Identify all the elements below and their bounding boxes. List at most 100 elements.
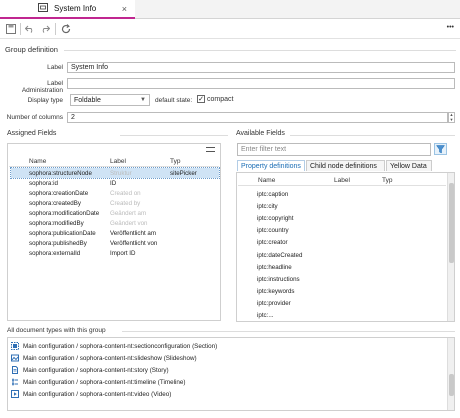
- editor-tab-bar: System Info ×: [0, 0, 460, 19]
- undo-icon[interactable]: [24, 23, 36, 35]
- doc-type-label: Main configuration / sophora-content-nt:…: [23, 390, 172, 398]
- field-name: sophora:modifiedBy: [29, 219, 84, 227]
- scrollbar-thumb[interactable]: [449, 374, 454, 396]
- field-name: sophora:createdBy: [29, 199, 81, 207]
- doc-type-label: Main configuration / sophora-content-nt:…: [23, 342, 218, 350]
- list-item[interactable]: iptc:creator: [257, 237, 437, 249]
- label-admin-field-label: Label Administration: [21, 80, 63, 94]
- field-name: sophora:publicationDate: [29, 229, 96, 237]
- table-row[interactable]: sophora:modificationDate Geändert am: [11, 208, 219, 218]
- available-fields-title: Available Fields: [236, 130, 285, 137]
- vertical-scrollbar[interactable]: [447, 338, 454, 410]
- list-item[interactable]: iptc:headline: [257, 261, 437, 273]
- doc-type-label: Main configuration / sophora-content-nt:…: [23, 366, 169, 374]
- list-item[interactable]: iptc:caption: [257, 188, 437, 200]
- assigned-fields-table: Name Label Typ sophora:structureNode Stru…: [7, 143, 221, 321]
- section-title-group-definition: Group definition: [5, 45, 58, 54]
- col-typ-header: Typ: [170, 158, 181, 165]
- filter-input[interactable]: Enter filter text: [237, 143, 431, 156]
- field-name: sophora:externalId: [29, 249, 81, 257]
- col-name-header: Name: [29, 158, 47, 165]
- display-type-label: Display type: [27, 97, 63, 104]
- table-row[interactable]: sophora:creationDate Created on: [11, 188, 219, 198]
- filter-icon: [436, 144, 445, 153]
- field-label: Created on: [110, 189, 141, 197]
- list-item[interactable]: Main configuration / sophora-content-nt:…: [11, 364, 441, 376]
- assigned-fields-list: sophora:structureNode Struktur sitePicker s…: [10, 167, 220, 258]
- save-icon[interactable]: [5, 23, 17, 35]
- list-item[interactable]: iptc:city: [257, 200, 437, 212]
- list-item[interactable]: iptc:dateCreated: [257, 249, 437, 261]
- col-name-header: Name: [258, 177, 276, 184]
- slideshow-icon: [11, 354, 19, 362]
- divider: [64, 50, 456, 51]
- more-menu-icon[interactable]: •••: [447, 24, 454, 31]
- columns-label: Number of columns: [6, 114, 63, 121]
- table-row[interactable]: sophora:externalId Import ID: [11, 248, 219, 258]
- list-item[interactable]: iptc:keywords: [257, 286, 437, 298]
- list-item[interactable]: iptc:provider: [257, 298, 437, 310]
- table-row[interactable]: sophora:structureNode Struktur sitePicker: [10, 167, 220, 179]
- compact-checkbox[interactable]: ✓: [197, 95, 205, 103]
- label-input[interactable]: System Info: [67, 62, 455, 73]
- toolbar: •••: [0, 19, 460, 39]
- field-label: Created by: [110, 199, 141, 207]
- columns-stepper[interactable]: ▲ ▼: [448, 112, 455, 123]
- compact-label: compact: [207, 96, 234, 103]
- tab-child-node-definitions[interactable]: Child node definitions: [306, 160, 385, 171]
- tab-property-definitions[interactable]: Property definitions: [237, 160, 305, 171]
- table-row[interactable]: sophora:publishedBy Veröffentlicht von: [11, 238, 219, 248]
- field-label: Struktur: [110, 169, 132, 177]
- display-type-value: Foldable: [74, 96, 101, 104]
- field-name: sophora:publishedBy: [29, 239, 87, 247]
- table-row[interactable]: sophora:createdBy Created by: [11, 198, 219, 208]
- available-fields-list: iptc:caption iptc:city iptc:copyright iptc:…: [257, 188, 437, 322]
- field-label: Veröffentlicht am: [110, 229, 156, 237]
- group-icon: [38, 3, 48, 14]
- tab-yellow-data[interactable]: Yellow Data: [386, 160, 432, 171]
- label-admin-input[interactable]: [67, 78, 455, 89]
- chevron-down-icon: ▼: [140, 97, 146, 103]
- filter-button[interactable]: [434, 143, 447, 155]
- list-item[interactable]: Main configuration / sophora-content-nt:…: [11, 352, 441, 364]
- columns-spinner[interactable]: 2: [67, 112, 448, 123]
- field-name: sophora:id: [29, 179, 58, 187]
- list-item[interactable]: iptc:copyright: [257, 212, 437, 224]
- section-icon: [11, 342, 19, 350]
- drag-handle-icon[interactable]: [206, 147, 215, 152]
- list-item[interactable]: Main configuration / sophora-content-nt:…: [11, 340, 441, 352]
- field-label: Import ID: [110, 249, 136, 257]
- redo-icon[interactable]: [39, 23, 51, 35]
- col-typ-header: Typ: [382, 177, 393, 184]
- field-label: ID: [110, 179, 117, 187]
- available-fields-table: Name Label Typ iptc:caption iptc:city iptc…: [236, 172, 455, 322]
- display-type-select[interactable]: Foldable ▼: [70, 94, 150, 106]
- vertical-scrollbar[interactable]: [447, 173, 454, 321]
- tab-title: System Info: [54, 4, 97, 13]
- doc-type-label: Main configuration / sophora-content-nt:…: [23, 378, 186, 386]
- video-icon: [11, 390, 19, 398]
- field-typ: sitePicker: [170, 169, 197, 177]
- label-field-label: Label: [47, 64, 63, 71]
- default-state-label: default state:: [155, 97, 193, 104]
- list-item[interactable]: iptc:country: [257, 225, 437, 237]
- doc-type-label: Main configuration / sophora-content-nt:…: [23, 354, 197, 362]
- field-label: Veröffentlicht von: [110, 239, 158, 247]
- close-icon[interactable]: ×: [122, 4, 127, 14]
- list-item[interactable]: Main configuration / sophora-content-nt:…: [11, 376, 441, 388]
- table-row[interactable]: sophora:publicationDate Veröffentlicht am: [11, 228, 219, 238]
- list-item[interactable]: Main configuration / sophora-content-nt:…: [11, 388, 441, 400]
- scrollbar-thumb[interactable]: [449, 183, 454, 263]
- table-row[interactable]: sophora:modifiedBy Geändert von: [11, 218, 219, 228]
- table-row[interactable]: sophora:id ID: [11, 178, 219, 188]
- doc-types-title: All document types with this group: [7, 327, 106, 334]
- list-item[interactable]: iptc:instructions: [257, 273, 437, 285]
- refresh-icon[interactable]: [60, 23, 72, 35]
- field-label: Geändert am: [110, 209, 147, 217]
- tab-system-info[interactable]: System Info ×: [0, 0, 135, 19]
- col-label-header: Label: [110, 158, 126, 165]
- list-item[interactable]: iptc:...: [257, 310, 437, 322]
- field-name: sophora:creationDate: [29, 189, 89, 197]
- timeline-icon: [11, 378, 19, 386]
- field-name: sophora:structureNode: [29, 169, 92, 177]
